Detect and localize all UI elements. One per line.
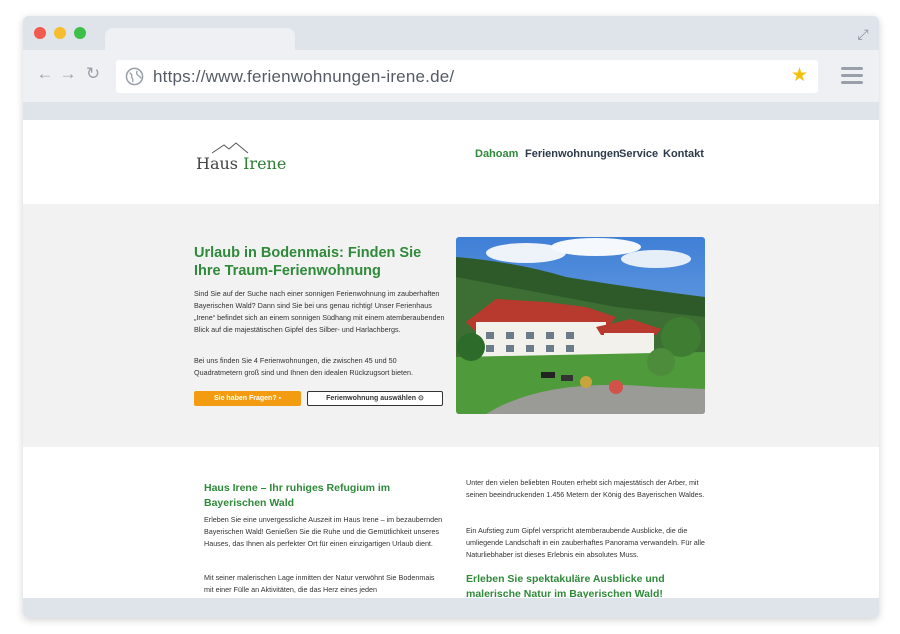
site-logo[interactable]: Haus Irene <box>196 142 286 182</box>
chat-icon: ▪ <box>278 395 282 402</box>
close-window-button[interactable] <box>34 27 46 39</box>
select-apartment-button[interactable]: Ferienwohnung auswählen ⊙ <box>307 391 443 406</box>
hero-title: Urlaub in Bodenmais: Finden Sie Ihre Tra… <box>194 245 422 279</box>
title-bar: ⤢ <box>23 16 879 52</box>
questions-button[interactable]: Sie haben Fragen? ▪ <box>194 391 301 406</box>
hamburger-icon[interactable] <box>841 67 863 84</box>
maximize-window-button[interactable] <box>74 27 86 39</box>
house-photo <box>456 237 705 414</box>
arrow-right-icon[interactable]: → <box>58 64 78 84</box>
arrow-left-icon[interactable]: ← <box>35 64 55 84</box>
right-paragraph-2: Ein Aufstieg zum Gipfel verspricht atemb… <box>466 526 705 559</box>
nav-dahoam[interactable]: Dahoam <box>475 148 518 160</box>
browser-tab[interactable] <box>105 28 295 52</box>
reload-icon[interactable]: ↻ <box>83 64 103 84</box>
left-heading: Haus Irene – Ihr ruhiges Refugium im Bay… <box>204 482 391 509</box>
site-header: Haus Irene Dahoam Ferienwohnungen Servic… <box>23 120 879 204</box>
left-paragraph-1: Erleben Sie eine unvergessliche Auszeit … <box>204 515 443 548</box>
arrow-circle-icon: ⊙ <box>417 395 424 402</box>
minimize-window-button[interactable] <box>54 27 66 39</box>
mountain-icon <box>211 142 249 154</box>
window-bottom-bar <box>23 598 879 618</box>
web-page: Haus Irene Dahoam Ferienwohnungen Servic… <box>23 120 879 618</box>
hero-paragraph: Sind Sie auf der Suche nach einer sonnig… <box>194 289 445 334</box>
address-bar[interactable]: https://www.ferienwohnungen-irene.de/ ★ <box>116 60 818 93</box>
hero-section: Urlaub in Bodenmais: Finden Sie Ihre Tra… <box>23 204 879 447</box>
nav-ferienwohnungen[interactable]: Ferienwohnungen <box>525 148 620 160</box>
expand-icon[interactable]: ⤢ <box>855 26 871 42</box>
star-icon[interactable]: ★ <box>791 65 808 87</box>
logo-text: Haus Irene <box>196 154 287 173</box>
hero-paragraph-2: Bei uns finden Sie 4 Ferienwohnungen, di… <box>194 356 413 377</box>
browser-window: ⤢ ← → ↻ https://www.ferienwohnungen-iren… <box>23 16 879 618</box>
intro-section: Haus Irene – Ihr ruhiges Refugium im Bay… <box>23 447 879 618</box>
right-paragraph-1: Unter den vielen beliebten Routen erhebt… <box>466 478 705 499</box>
nav-service[interactable]: Service <box>619 148 658 160</box>
url-text[interactable]: https://www.ferienwohnungen-irene.de/ <box>153 67 454 87</box>
browser-toolbar: ← → ↻ https://www.ferienwohnungen-irene.… <box>23 50 879 102</box>
left-paragraph-2: Mit seiner malerischen Lage inmitten der… <box>204 573 435 594</box>
globe-icon <box>125 67 144 86</box>
nav-kontakt[interactable]: Kontakt <box>663 148 704 160</box>
